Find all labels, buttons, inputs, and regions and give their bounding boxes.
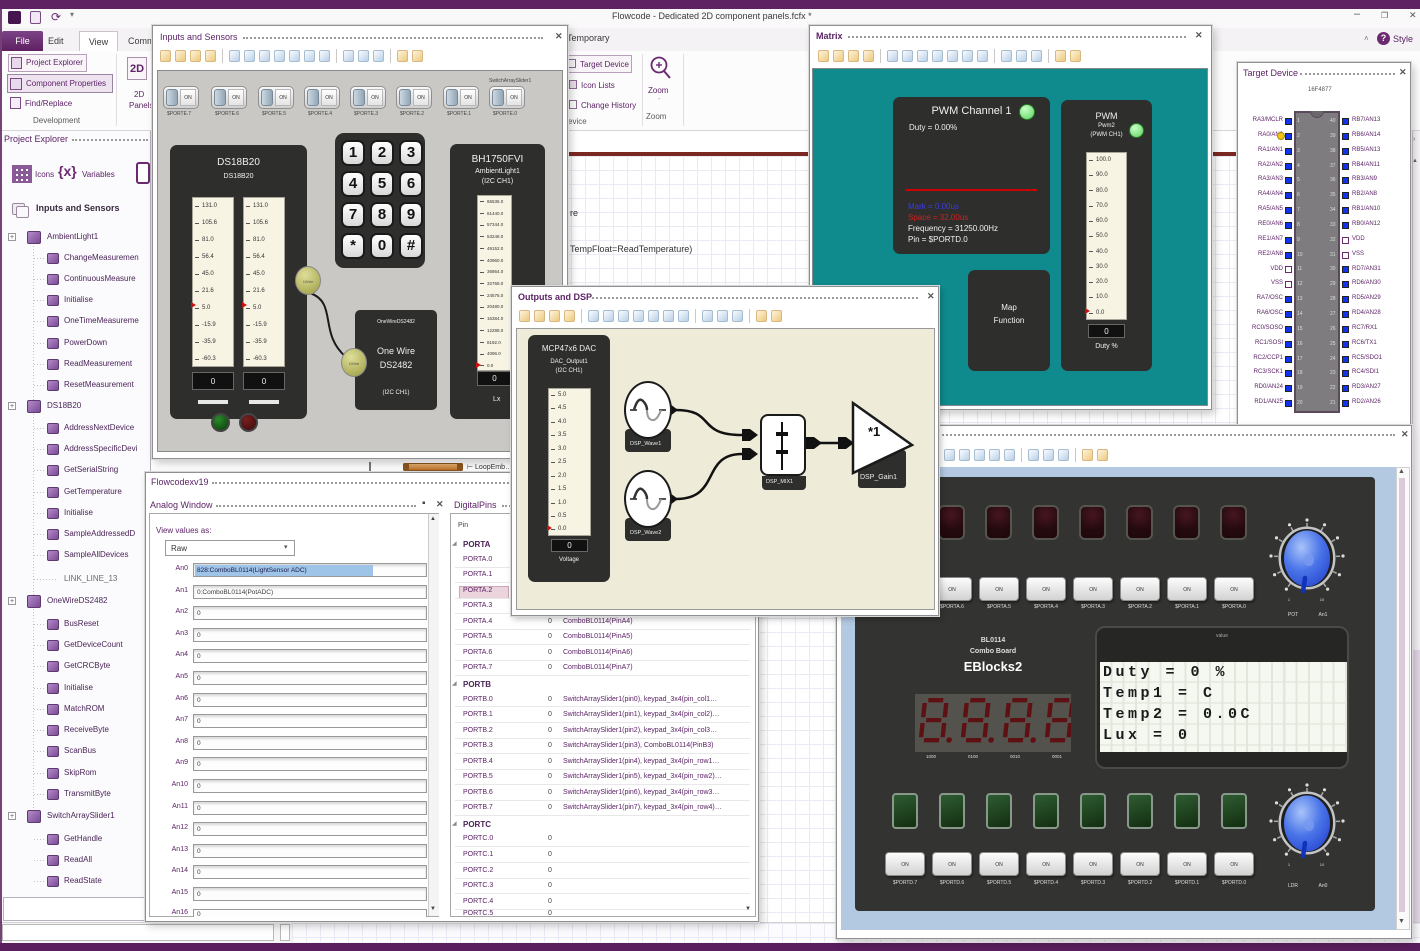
svg-text:*1: *1 <box>868 424 880 439</box>
svg-text:DSP_Gain1: DSP_Gain1 <box>860 474 897 481</box>
